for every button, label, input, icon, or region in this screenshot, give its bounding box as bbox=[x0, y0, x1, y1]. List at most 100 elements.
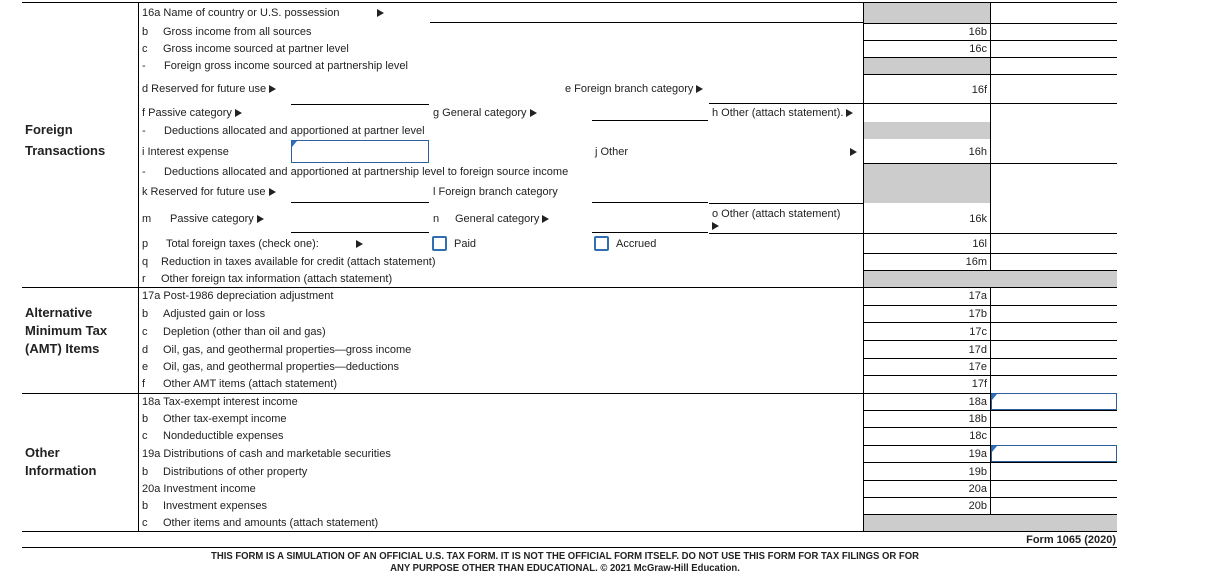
amount-17f-input[interactable] bbox=[991, 376, 1117, 393]
passive-m-input[interactable] bbox=[291, 214, 429, 233]
line-16k-label: k Reserved for future use bbox=[142, 186, 276, 199]
line-16-dash2-letter: - bbox=[142, 125, 146, 137]
code-19b: 19b bbox=[968, 466, 987, 478]
amount-16k-input[interactable] bbox=[991, 204, 1117, 233]
row-line bbox=[709, 103, 863, 104]
line-16q-letter: q bbox=[142, 256, 149, 268]
line-17d-label: Oil, gas, and geothermal properties—gros… bbox=[163, 344, 412, 356]
line-16r-letter: r bbox=[142, 273, 146, 285]
arrow-right-icon bbox=[377, 9, 384, 17]
section-divider-amt bbox=[22, 287, 1117, 288]
shaded-cell-20c bbox=[864, 514, 1117, 531]
interest-expense-input[interactable] bbox=[291, 140, 429, 163]
section-label-other-1: Other bbox=[25, 445, 60, 460]
line-17a-label: 17a Post-1986 depreciation adjustment bbox=[142, 290, 334, 302]
disclaimer-line-2: ANY PURPOSE OTHER THAN EDUCATIONAL. © 20… bbox=[390, 563, 740, 574]
amount-16f-input[interactable] bbox=[991, 75, 1117, 103]
passive-category-input[interactable] bbox=[291, 86, 429, 105]
line-20b-letter: b bbox=[142, 500, 149, 512]
amount-16c-input[interactable] bbox=[991, 41, 1117, 57]
accrued-checkbox[interactable] bbox=[594, 236, 609, 251]
amount-17b-input[interactable] bbox=[991, 306, 1117, 322]
arrow-right-icon bbox=[356, 240, 363, 248]
amount-16l-input[interactable] bbox=[991, 234, 1117, 253]
shaded-cell-16a bbox=[864, 3, 990, 23]
amount-18b-input[interactable] bbox=[991, 411, 1117, 427]
line-18c-letter: c bbox=[142, 430, 148, 442]
line-16-dash1-letter: - bbox=[142, 60, 146, 72]
amount-17c-input[interactable] bbox=[991, 323, 1117, 340]
row-line bbox=[864, 103, 1117, 104]
line-17c-letter: c bbox=[142, 326, 148, 338]
code-18c: 18c bbox=[969, 430, 987, 442]
arrow-right-icon bbox=[850, 148, 857, 156]
amount-18c-input[interactable] bbox=[991, 428, 1117, 445]
amount-20a-input[interactable] bbox=[991, 481, 1117, 497]
disclaimer-line-1: THIS FORM IS A SIMULATION OF AN OFFICIAL… bbox=[211, 551, 919, 562]
row-line bbox=[709, 203, 863, 204]
line-16r-label: Other foreign tax information (attach st… bbox=[161, 273, 393, 285]
line-18b-letter: b bbox=[142, 413, 149, 425]
amount-20b-input[interactable] bbox=[991, 498, 1117, 514]
arrow-right-icon bbox=[256, 215, 264, 224]
line-16j-label: j Other bbox=[595, 146, 629, 158]
line-19a-label: 19a Distributions of cash and marketable… bbox=[142, 448, 391, 460]
row-line bbox=[864, 270, 1117, 271]
reserved-k-input[interactable] bbox=[291, 184, 429, 203]
arrow-right-icon bbox=[846, 109, 854, 118]
amount-19b-input[interactable] bbox=[991, 463, 1117, 480]
amount-16m-input[interactable] bbox=[991, 254, 1117, 270]
code-20a: 20a bbox=[968, 483, 987, 495]
line-20a-label: 20a Investment income bbox=[142, 483, 256, 495]
section-label-foreign-2: Transactions bbox=[25, 143, 106, 158]
line-16l-label: l Foreign branch category bbox=[433, 186, 558, 198]
line-19b-label: Distributions of other property bbox=[163, 466, 308, 478]
section-label-amt-2: Minimum Tax bbox=[25, 323, 108, 338]
line-16d-label: d Reserved for future use bbox=[142, 83, 277, 96]
code-17d: 17d bbox=[968, 344, 987, 356]
country-input[interactable] bbox=[430, 3, 863, 23]
general-n-input[interactable] bbox=[592, 214, 708, 233]
line-18c-label: Nondeductible expenses bbox=[163, 430, 284, 442]
line-18b-label: Other tax-exempt income bbox=[163, 413, 287, 425]
arrow-right-icon bbox=[542, 215, 550, 224]
shaded-cell-16-deductions-partnership bbox=[864, 164, 990, 203]
amount-17e-input[interactable] bbox=[991, 359, 1117, 375]
line-17f-letter: f bbox=[142, 378, 146, 390]
footer-rule bbox=[22, 547, 1117, 548]
paid-checkbox[interactable] bbox=[432, 236, 447, 251]
line-17d-letter: d bbox=[142, 344, 149, 356]
line-17e-letter: e bbox=[142, 361, 149, 373]
line-16e-label: e Foreign branch category bbox=[565, 83, 704, 96]
code-16b: 16b bbox=[968, 26, 987, 38]
code-16h: 16h bbox=[968, 146, 987, 158]
line-16c-label: Gross income sourced at partner level bbox=[163, 43, 349, 55]
code-18b: 18b bbox=[968, 413, 987, 425]
amount-19a-input[interactable] bbox=[991, 445, 1117, 462]
amount-18a-input[interactable] bbox=[991, 393, 1117, 410]
amount-17d-input[interactable] bbox=[991, 341, 1117, 358]
line-17b-letter: b bbox=[142, 308, 149, 320]
code-16f: 16f bbox=[971, 84, 987, 96]
line-16f-label: f Passive category bbox=[142, 107, 242, 120]
code-17c: 17c bbox=[969, 326, 987, 338]
amount-16h-input[interactable] bbox=[991, 139, 1117, 163]
amount-17a-input[interactable] bbox=[991, 288, 1117, 305]
arrow-right-icon bbox=[529, 109, 537, 118]
general-category-input[interactable] bbox=[592, 102, 708, 121]
code-18a: 18a bbox=[968, 396, 987, 408]
shaded-cell-16r bbox=[864, 270, 1117, 287]
amount-16b-input[interactable] bbox=[991, 24, 1117, 40]
line-16h-label: h Other (attach statement). bbox=[712, 107, 854, 120]
row-line bbox=[709, 233, 863, 234]
code-19a: 19a bbox=[968, 448, 987, 460]
shaded-cell-16-foreign-gross bbox=[864, 57, 990, 74]
arrow-right-icon bbox=[712, 222, 719, 230]
line-16q-label: Reduction in taxes available for credit … bbox=[161, 256, 436, 268]
line-17f-label: Other AMT items (attach statement) bbox=[163, 378, 338, 390]
line-17c-label: Depletion (other than oil and gas) bbox=[163, 326, 326, 338]
foreign-branch-l-input[interactable] bbox=[592, 184, 708, 203]
row-line bbox=[864, 514, 1117, 515]
code-17a: 17a bbox=[968, 290, 987, 302]
line-18a-label: 18a Tax-exempt interest income bbox=[142, 396, 298, 408]
